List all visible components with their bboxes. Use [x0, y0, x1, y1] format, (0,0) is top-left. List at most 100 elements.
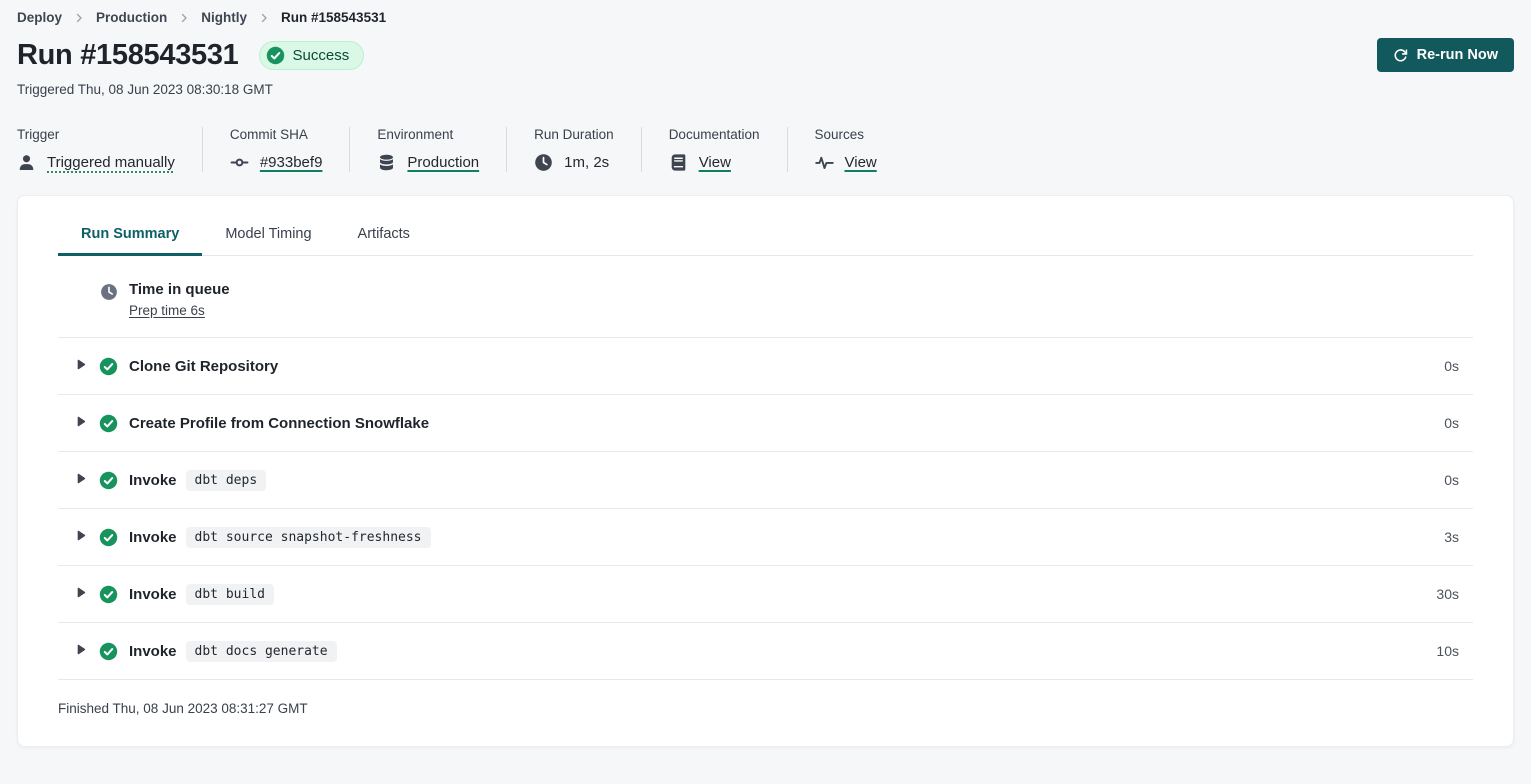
meta-label: Trigger — [17, 127, 175, 142]
step-row: Create Profile from Connection Snowflake… — [58, 395, 1473, 452]
tab-run-summary[interactable]: Run Summary — [58, 210, 202, 255]
meta-run-duration: Run Duration 1m, 2s — [534, 127, 642, 172]
meta-documentation: Documentation View — [669, 127, 788, 172]
tab-bar: Run SummaryModel TimingArtifacts — [58, 196, 1473, 256]
chevron-right-icon — [258, 12, 270, 24]
pulse-icon — [815, 153, 834, 172]
step-duration: 10s — [1436, 643, 1473, 659]
step-row: Invoke dbt docs generate 10s — [58, 623, 1473, 680]
meta-label: Environment — [377, 127, 479, 142]
rerun-now-label: Re-run Now — [1417, 47, 1498, 63]
check-circle-icon — [99, 642, 118, 661]
finished-timestamp: Finished Thu, 08 Jun 2023 08:31:27 GMT — [58, 680, 1473, 716]
step-duration: 0s — [1444, 358, 1473, 374]
tab-model-timing[interactable]: Model Timing — [202, 210, 334, 255]
triangle-right-icon — [74, 358, 87, 374]
step-success-icon — [99, 414, 118, 433]
commit-icon — [230, 153, 249, 172]
breadcrumb: Deploy Production Nightly Run #158543531 — [17, 10, 1514, 25]
user-icon — [17, 153, 36, 172]
step-list: Clone Git Repository0sCreate Profile fro… — [58, 338, 1473, 680]
expand-step-button[interactable] — [74, 358, 87, 374]
meta-label: Sources — [815, 127, 877, 142]
step-row: Clone Git Repository 0s — [58, 338, 1473, 395]
meta-trigger: Trigger Triggered manually — [17, 127, 203, 172]
step-title: Clone Git Repository — [129, 358, 278, 375]
page-title: Run #158543531 — [17, 39, 239, 72]
step-command: dbt deps — [186, 470, 267, 491]
clock-icon — [100, 281, 118, 301]
refresh-icon — [1393, 48, 1408, 63]
check-circle-icon — [99, 357, 118, 376]
clock-icon — [534, 153, 553, 172]
breadcrumb-item-production[interactable]: Production — [96, 10, 167, 25]
breadcrumb-item-run-158543531: Run #158543531 — [281, 10, 386, 25]
step-title: Create Profile from Connection Snowflake — [129, 415, 429, 432]
step-title: Invoke — [129, 586, 177, 603]
run-detail-page: Deploy Production Nightly Run #158543531 Ru… — [0, 0, 1531, 747]
status-badge: Success — [259, 41, 365, 70]
chevron-right-icon — [178, 12, 190, 24]
step-duration: 30s — [1436, 586, 1473, 602]
expand-step-button[interactable] — [74, 586, 87, 602]
check-circle-icon — [99, 585, 118, 604]
run-summary-card: Run SummaryModel TimingArtifacts Time in… — [17, 195, 1514, 747]
step-success-icon — [99, 528, 118, 547]
step-title: Invoke — [129, 529, 177, 546]
meta-value-documentation[interactable]: View — [699, 154, 731, 171]
time-in-queue-title: Time in queue — [129, 281, 230, 298]
meta-environment: Environment Production — [377, 127, 507, 172]
meta-value-run-duration: 1m, 2s — [564, 154, 609, 171]
step-success-icon — [99, 585, 118, 604]
meta-label: Commit SHA — [230, 127, 323, 142]
triangle-right-icon — [74, 586, 87, 602]
step-success-icon — [99, 357, 118, 376]
expand-step-button[interactable] — [74, 643, 87, 659]
page-header: Run #158543531 Success Re-run Now — [17, 38, 1514, 72]
meta-commit-sha: Commit SHA #933bef9 — [230, 127, 351, 172]
step-row: Invoke dbt build 30s — [58, 566, 1473, 623]
step-row: Invoke dbt source snapshot-freshness 3s — [58, 509, 1473, 566]
status-badge-label: Success — [293, 47, 350, 64]
step-command: dbt source snapshot-freshness — [186, 527, 431, 548]
step-duration: 0s — [1444, 472, 1473, 488]
time-in-queue-section: Time in queue Prep time 6s — [58, 256, 1473, 338]
step-success-icon — [99, 642, 118, 661]
step-duration: 3s — [1444, 529, 1473, 545]
success-check-icon — [266, 46, 285, 65]
book-icon — [669, 153, 688, 172]
tab-artifacts[interactable]: Artifacts — [335, 210, 433, 255]
expand-step-button[interactable] — [74, 529, 87, 545]
meta-row: Trigger Triggered manually Commit SHA #933b… — [17, 127, 1514, 172]
check-circle-icon — [99, 528, 118, 547]
chevron-right-icon — [73, 12, 85, 24]
check-circle-icon — [99, 471, 118, 490]
meta-value-trigger[interactable]: Triggered manually — [47, 154, 175, 171]
step-success-icon — [99, 471, 118, 490]
triangle-right-icon — [74, 415, 87, 431]
triangle-right-icon — [74, 472, 87, 488]
step-title: Invoke — [129, 643, 177, 660]
meta-value-commit-sha[interactable]: #933bef9 — [260, 154, 323, 171]
step-row: Invoke dbt deps 0s — [58, 452, 1473, 509]
step-command: dbt build — [186, 584, 274, 605]
breadcrumb-item-nightly[interactable]: Nightly — [201, 10, 247, 25]
check-circle-icon — [99, 414, 118, 433]
step-duration: 0s — [1444, 415, 1473, 431]
triangle-right-icon — [74, 529, 87, 545]
rerun-now-button[interactable]: Re-run Now — [1377, 38, 1514, 72]
prep-time-link[interactable]: Prep time 6s — [129, 303, 205, 318]
meta-label: Run Duration — [534, 127, 614, 142]
triggered-timestamp: Triggered Thu, 08 Jun 2023 08:30:18 GMT — [17, 82, 1514, 97]
step-command: dbt docs generate — [186, 641, 337, 662]
step-title: Invoke — [129, 472, 177, 489]
expand-step-button[interactable] — [74, 415, 87, 431]
database-icon — [377, 153, 396, 172]
meta-label: Documentation — [669, 127, 760, 142]
meta-value-sources[interactable]: View — [845, 154, 877, 171]
triangle-right-icon — [74, 643, 87, 659]
meta-value-environment[interactable]: Production — [407, 154, 479, 171]
expand-step-button[interactable] — [74, 472, 87, 488]
breadcrumb-item-deploy[interactable]: Deploy — [17, 10, 62, 25]
meta-sources: Sources View — [815, 127, 904, 172]
